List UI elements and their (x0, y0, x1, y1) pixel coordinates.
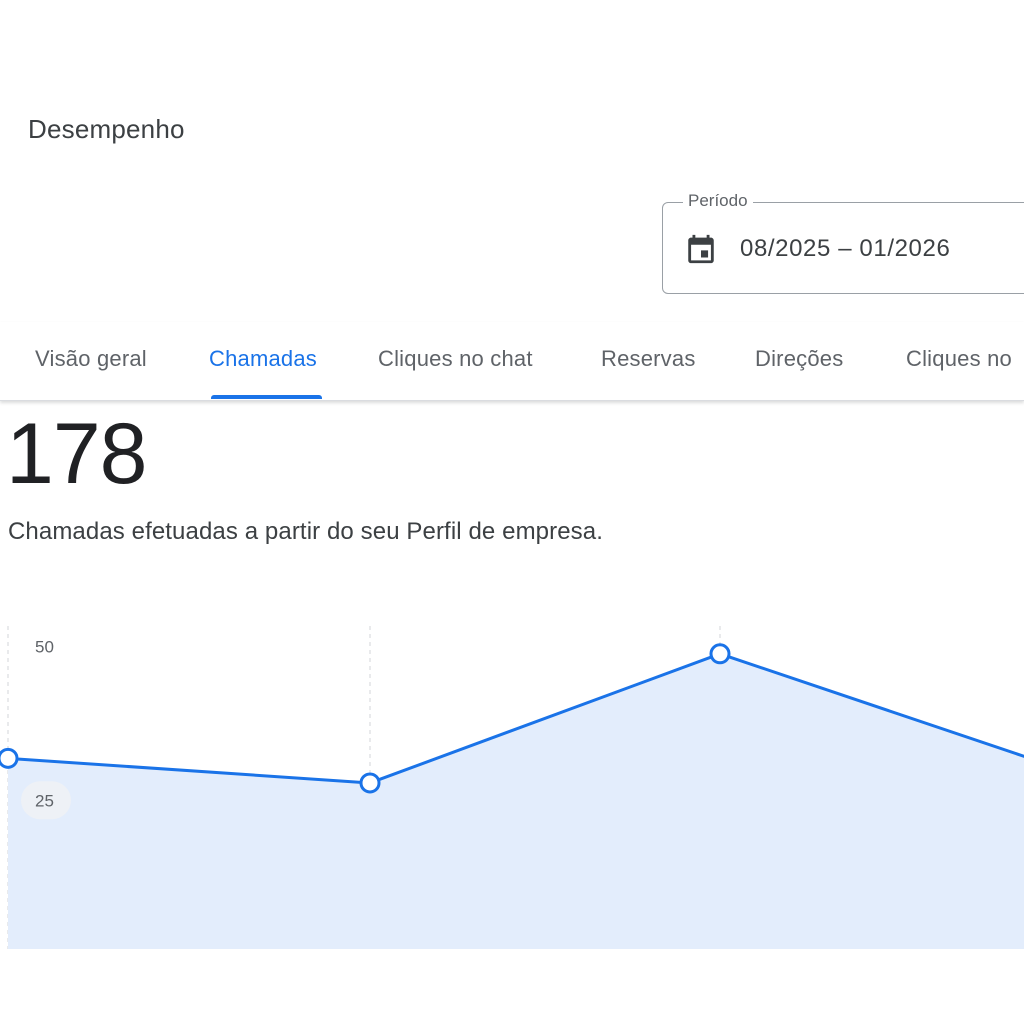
chart-point-2[interactable] (709, 643, 731, 665)
calendar-icon (688, 234, 714, 264)
period-label: Período (683, 191, 753, 211)
y-tick-label-50: 50 (35, 638, 54, 657)
chart-point-0[interactable] (0, 747, 19, 769)
calls-chart: 50 25 (0, 626, 1024, 949)
y-tick-label-25: 25 (35, 791, 54, 810)
tab-bookings[interactable]: Reservas (601, 346, 696, 372)
page-title: Desempenho (28, 114, 185, 144)
chart-area (8, 653, 1024, 949)
chart-point-1[interactable] (359, 772, 381, 794)
active-tab-indicator (211, 395, 322, 399)
tab-overview[interactable]: Visão geral (35, 346, 147, 372)
tab-calls[interactable]: Chamadas (209, 346, 317, 372)
metric-total: 178 (6, 406, 147, 502)
tab-bar: Visão geral Chamadas Cliques no chat Res… (0, 322, 1024, 401)
tab-directions[interactable]: Direções (755, 346, 843, 372)
period-picker[interactable]: Período 08/2025 – 01/2026 (662, 191, 1024, 294)
metric-description: Chamadas efetuadas a partir do seu Perfi… (8, 518, 603, 545)
tab-website-clicks[interactable]: Cliques no (906, 346, 1012, 372)
tab-chat-clicks[interactable]: Cliques no chat (378, 346, 533, 372)
period-value: 08/2025 – 01/2026 (740, 235, 951, 262)
